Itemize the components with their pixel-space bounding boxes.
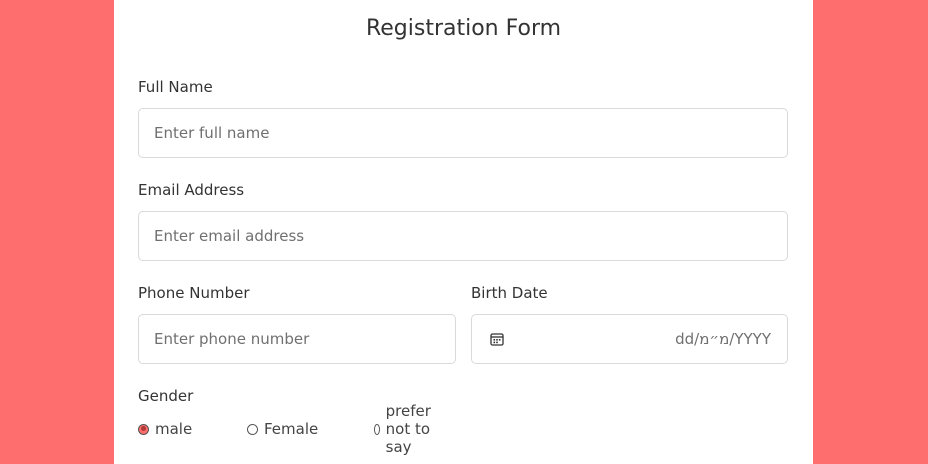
birth-date-input[interactable]: dd/מ״מ/YYYY — [471, 314, 788, 364]
calendar-icon[interactable] — [490, 332, 504, 346]
birth-date-placeholder: dd/מ״מ/YYYY — [675, 330, 771, 348]
radio-icon[interactable] — [374, 423, 380, 435]
radio-selected-icon[interactable] — [138, 423, 149, 435]
gender-option-label: Female — [264, 420, 319, 438]
full-name-label: Full Name — [138, 78, 213, 96]
phone-label: Phone Number — [138, 284, 250, 302]
form-title: Registration Form — [365, 16, 562, 41]
gender-label: Gender — [138, 387, 194, 405]
full-name-input[interactable] — [138, 108, 788, 158]
gender-option-label: prefer not to say — [385, 402, 431, 456]
birth-date-label: Birth Date — [471, 284, 548, 302]
registration-card: Registration Form Full Name Email Addres… — [114, 0, 813, 464]
gender-option-male[interactable]: male — [138, 418, 192, 440]
email-label: Email Address — [138, 181, 245, 199]
gender-option-label: male — [155, 420, 193, 438]
phone-input[interactable] — [138, 314, 456, 364]
radio-icon[interactable] — [247, 423, 258, 435]
gender-option-prefer-not-to-say[interactable]: prefer not to say — [374, 402, 436, 456]
gender-option-female[interactable]: Female — [247, 418, 318, 440]
email-input[interactable] — [138, 211, 788, 261]
